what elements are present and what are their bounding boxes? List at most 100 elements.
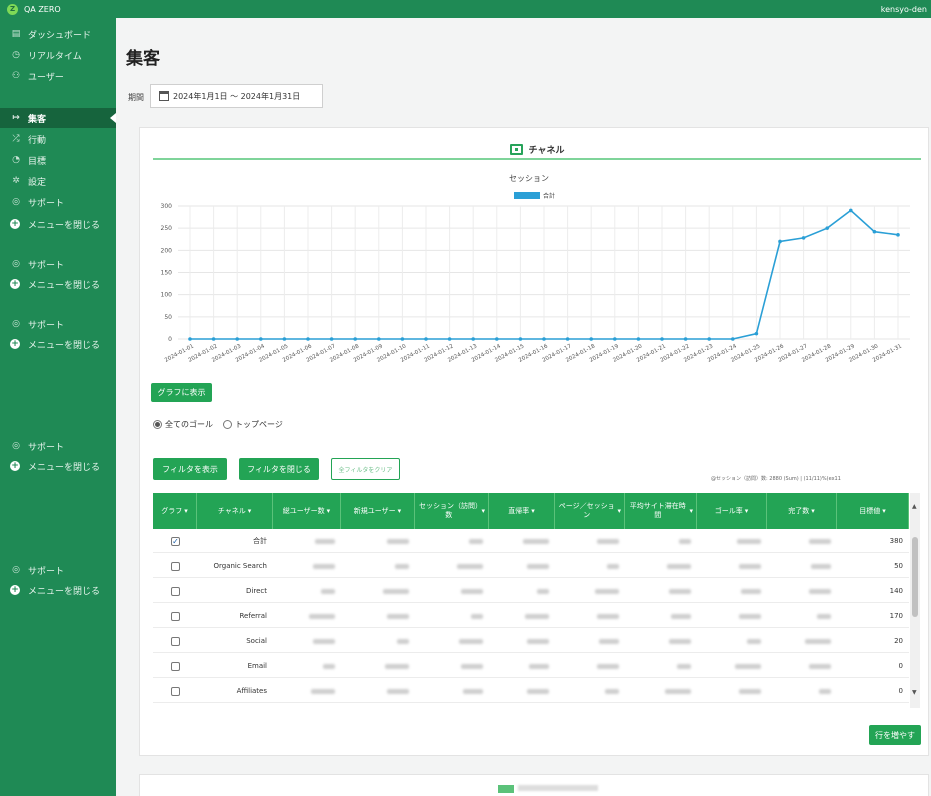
sidebar-item-support[interactable]: ◎ サポート (0, 314, 116, 334)
app-logo[interactable]: Z (7, 3, 18, 15)
close-filter-button[interactable]: フィルタを閉じる (239, 458, 319, 480)
show-graph-button[interactable]: グラフに表示 (151, 383, 212, 402)
sidebar-item-user[interactable]: ⚇ ユーザー (0, 66, 116, 86)
column-header[interactable]: 完了数 ▾ (767, 493, 837, 529)
sidebar-item-support[interactable]: ◎ サポート (0, 560, 116, 580)
add-rows-button[interactable]: 行を増やす (869, 725, 921, 745)
sort-icon[interactable]: ▾ (882, 507, 886, 516)
data-point[interactable] (495, 337, 499, 341)
graph-checkbox[interactable] (171, 561, 180, 571)
collapse-menu-button[interactable]: + メニューを閉じる (0, 334, 116, 354)
data-point[interactable] (211, 337, 216, 341)
column-header[interactable]: 平均サイト滞在時間 ▾ (625, 493, 697, 529)
sort-icon[interactable]: ▾ (184, 507, 188, 516)
radio-all-goals-label[interactable]: 全てのゴール (165, 419, 213, 430)
column-header[interactable]: グラフ ▾ (153, 493, 197, 529)
sort-icon[interactable]: ▾ (745, 507, 749, 516)
sort-icon[interactable]: ▾ (689, 507, 693, 516)
data-point[interactable] (424, 337, 428, 341)
data-point[interactable] (849, 208, 853, 213)
data-point[interactable] (188, 337, 192, 341)
data-point[interactable] (518, 337, 523, 341)
data-point[interactable] (447, 337, 452, 341)
column-header[interactable]: ゴール率 ▾ (697, 493, 767, 529)
date-range-picker[interactable]: 2024年1月1日 ～ 2024年1月31日 (150, 84, 323, 108)
data-point[interactable] (825, 226, 829, 230)
radio-all-goals[interactable] (153, 420, 162, 429)
collapse-menu-button[interactable]: + メニューを閉じる (0, 580, 116, 600)
sidebar-item-goal[interactable]: ◔ 目標 (0, 150, 116, 170)
column-header[interactable]: 直帰率 ▾ (489, 493, 555, 529)
table-scrollbar[interactable]: ▲ ▼ (910, 493, 920, 708)
table-row[interactable]: Referral 170 (153, 604, 909, 628)
table-row[interactable]: Social 20 (153, 629, 909, 653)
column-header[interactable]: 新規ユーザー ▾ (341, 493, 415, 529)
data-point[interactable] (778, 239, 782, 244)
sidebar-item-behavior[interactable]: ⤮ 行動 (0, 129, 116, 149)
data-point[interactable] (589, 337, 593, 341)
sidebar-item-support[interactable]: ◎ サポート (0, 192, 116, 212)
data-point[interactable] (896, 233, 900, 237)
sidebar-item-support[interactable]: ◎ サポート (0, 436, 116, 456)
graph-checkbox[interactable] (171, 661, 180, 671)
table-row[interactable]: Organic Search 50 (153, 554, 909, 578)
data-point[interactable] (636, 337, 641, 341)
sidebar-item-acquisition[interactable]: ↦ 集客 (0, 108, 116, 128)
clear-filter-button[interactable]: 全フィルタをクリア (331, 458, 400, 480)
sort-icon[interactable]: ▾ (617, 507, 621, 516)
data-point[interactable] (754, 331, 759, 336)
graph-checkbox[interactable] (171, 686, 180, 696)
sort-icon[interactable]: ▾ (398, 507, 402, 516)
column-header[interactable]: チャネル ▾ (197, 493, 273, 529)
data-point[interactable] (235, 337, 239, 341)
data-point[interactable] (731, 337, 735, 341)
scrollbar-thumb[interactable] (912, 537, 918, 617)
sort-icon[interactable]: ▾ (248, 507, 252, 516)
data-point[interactable] (329, 337, 334, 341)
graph-checkbox[interactable] (171, 611, 180, 621)
radio-top-page-label[interactable]: トップページ (235, 419, 283, 430)
collapse-menu-button[interactable]: + メニューを閉じる (0, 214, 116, 234)
radio-top-page[interactable] (223, 420, 232, 429)
data-point[interactable] (282, 337, 287, 341)
table-row[interactable]: Email 0 (153, 654, 909, 678)
sidebar-item-dashboard[interactable]: ▤ ダッシュボード (0, 24, 116, 44)
show-filter-button[interactable]: フィルタを表示 (153, 458, 227, 480)
data-point[interactable] (660, 337, 664, 341)
user-name[interactable]: kensyo-den (881, 5, 927, 14)
app-brand[interactable]: QA ZERO (24, 5, 61, 14)
column-header[interactable]: ページ／セッション ▾ (555, 493, 625, 529)
collapse-menu-button[interactable]: + メニューを閉じる (0, 274, 116, 294)
data-point[interactable] (542, 337, 546, 341)
table-row[interactable]: Affiliates 0 (153, 679, 909, 703)
scroll-up-icon[interactable]: ▲ (912, 503, 917, 510)
data-point[interactable] (683, 337, 688, 341)
data-point[interactable] (872, 229, 877, 234)
sidebar-item-support[interactable]: ◎ サポート (0, 254, 116, 274)
sort-icon[interactable]: ▾ (531, 507, 535, 516)
sort-icon[interactable]: ▾ (481, 507, 485, 516)
table-row[interactable]: ✓ 合計 380 (153, 529, 909, 553)
column-header[interactable]: 総ユーザー数 ▾ (273, 493, 341, 529)
collapse-menu-button[interactable]: + メニューを閉じる (0, 456, 116, 476)
sort-icon[interactable]: ▾ (811, 507, 815, 516)
data-point[interactable] (801, 236, 806, 240)
data-point[interactable] (471, 337, 476, 341)
data-point[interactable] (377, 337, 381, 341)
data-point[interactable] (306, 337, 310, 341)
graph-checkbox[interactable] (171, 636, 180, 646)
column-header[interactable]: 目標値 ▾ (837, 493, 909, 529)
sidebar-item-settings[interactable]: ✲ 設定 (0, 171, 116, 191)
column-header[interactable]: セッション（訪問）数 ▾ (415, 493, 489, 529)
graph-checkbox[interactable] (171, 586, 180, 596)
data-point[interactable] (707, 337, 711, 341)
data-point[interactable] (353, 337, 357, 341)
sort-icon[interactable]: ▾ (327, 507, 331, 516)
data-point[interactable] (400, 337, 405, 341)
data-point[interactable] (259, 337, 263, 341)
data-point[interactable] (613, 337, 617, 341)
sidebar-item-realtime[interactable]: ◷ リアルタイム (0, 45, 116, 65)
data-point[interactable] (565, 337, 570, 341)
graph-checkbox[interactable]: ✓ (171, 536, 180, 546)
scroll-down-icon[interactable]: ▼ (912, 689, 917, 696)
